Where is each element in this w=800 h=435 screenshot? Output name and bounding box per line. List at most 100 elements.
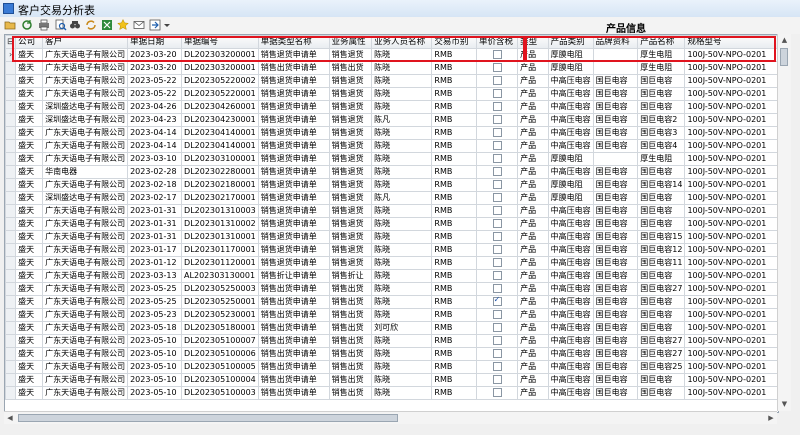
table-cell[interactable]: 广东天语电子有限公司 [42,243,129,257]
checkbox[interactable] [492,258,502,267]
table-row[interactable]: 盛天 广东天语电子有限公司 2023-05-23 DL202305230001 销售出货… [5,308,778,322]
table-cell[interactable]: 国巨电容2 [637,113,686,127]
table-cell[interactable]: RMB [431,152,478,166]
checkbox[interactable] [492,128,502,137]
table-cell[interactable]: 销售退货 [328,217,373,231]
tax-included-checkbox-cell[interactable] [476,204,519,218]
table-cell[interactable]: 销售退货 [328,139,373,153]
table-cell[interactable]: 销售退货 [328,48,373,62]
table-cell[interactable]: 2023-03-20 [127,61,183,75]
table-cell[interactable]: DL202305100007 [181,334,259,348]
table-cell[interactable]: 产品 [517,165,549,179]
table-cell[interactable]: 盛天 [15,256,44,270]
table-row[interactable]: 盛天 广东天语电子有限公司 2023-05-18 DL202305180001 销售出货… [5,321,778,335]
table-cell[interactable]: 国巨电容 [592,334,639,348]
table-cell[interactable]: 厚膜电阻 [547,191,594,205]
table-cell[interactable]: 广东天语电子有限公司 [42,48,129,62]
table-row[interactable]: › 盛天 广东天语电子有限公司 2023-03-20 DL202303200001 销售退… [5,48,778,62]
row-indicator[interactable] [5,243,17,257]
table-cell[interactable]: 盛天 [15,347,44,361]
tax-included-checkbox-cell[interactable] [476,87,519,101]
table-cell[interactable]: 盛天 [15,217,44,231]
row-indicator[interactable] [5,230,17,244]
tax-included-checkbox-cell[interactable] [476,243,519,257]
row-indicator[interactable] [5,308,17,322]
vertical-scroll-thumb[interactable] [780,48,788,66]
table-row[interactable]: 盛天 广东天语电子有限公司 2023-05-25 DL202305250003 销售出货… [5,282,778,296]
table-cell[interactable]: 100J-50V-NPO-0201 [684,191,778,205]
table-cell[interactable]: 销售折让申请单 [257,269,330,283]
table-cell[interactable]: 中高压电容 [547,334,594,348]
table-cell[interactable]: RMB [431,126,478,140]
tax-included-checkbox-cell[interactable] [476,386,519,400]
table-cell[interactable]: DL202302280001 [181,165,259,179]
table-cell[interactable]: 销售退货申请单 [257,87,330,101]
table-cell[interactable]: 国巨电容 [592,113,639,127]
table-cell[interactable]: 国巨电容 [637,191,686,205]
table-cell[interactable]: 销售出货申请单 [257,386,330,400]
column-header[interactable]: 产品类别 [547,35,594,49]
table-cell[interactable]: 销售出货 [328,360,373,374]
table-cell[interactable]: 陈晓 [371,152,433,166]
table-cell[interactable]: 国巨电容 [637,295,686,309]
checkbox[interactable] [492,167,502,176]
table-cell[interactable]: 盛天 [15,243,44,257]
row-indicator[interactable] [5,61,17,75]
table-cell[interactable]: 广东天语电子有限公司 [42,308,129,322]
table-cell[interactable]: 国巨电容 [592,373,639,387]
table-cell[interactable]: 产品 [517,100,549,114]
table-cell[interactable]: 陈晓 [371,48,433,62]
table-row[interactable]: 盛天 广东天语电子有限公司 2023-05-10 DL202305100003 销售出货… [5,386,778,400]
table-cell[interactable]: 广东天语电子有限公司 [42,87,129,101]
table-row[interactable]: 盛天 深圳盛达电子有限公司 2023-02-17 DL202302170001 销售退货… [5,191,778,205]
table-cell[interactable]: 100J-50V-NPO-0201 [684,87,778,101]
table-cell[interactable]: 中高压电容 [547,100,594,114]
row-indicator[interactable] [5,178,17,192]
table-cell[interactable]: 国巨电容 [637,269,686,283]
column-header[interactable]: 单价含税 [476,35,519,49]
table-cell[interactable]: 中高压电容 [547,360,594,374]
table-cell[interactable]: 盛天 [15,334,44,348]
column-header[interactable]: 客户 [42,35,129,49]
table-cell[interactable]: 盛天 [15,139,44,153]
table-cell[interactable]: 销售出货申请单 [257,282,330,296]
table-cell[interactable]: 盛天 [15,373,44,387]
checkbox[interactable] [492,310,502,319]
table-cell[interactable]: 中高压电容 [547,373,594,387]
table-cell[interactable]: 2023-04-23 [127,113,183,127]
table-cell[interactable]: 产品 [517,178,549,192]
table-cell[interactable]: 国巨电容 [592,165,639,179]
table-cell[interactable]: 陈晓 [371,217,433,231]
table-cell[interactable]: 销售退货申请单 [257,113,330,127]
table-cell[interactable]: DL202301310003 [181,204,259,218]
expand-collapse-icon[interactable]: ⊟ [5,35,17,49]
row-indicator[interactable] [5,87,17,101]
table-row[interactable]: 盛天 广东天语电子有限公司 2023-01-17 DL202301170001 销售退货… [5,243,778,257]
table-cell[interactable]: DL202301310002 [181,217,259,231]
table-cell[interactable]: 广东天语电子有限公司 [42,321,129,335]
table-cell[interactable]: 销售出货 [328,386,373,400]
table-cell[interactable]: 广东天语电子有限公司 [42,152,129,166]
table-cell[interactable]: 国巨电容 [592,74,639,88]
table-cell[interactable]: 陈晓 [371,308,433,322]
table-cell[interactable]: 中高压电容 [547,113,594,127]
table-cell[interactable]: RMB [431,204,478,218]
tax-included-checkbox-cell[interactable] [476,61,519,75]
table-cell[interactable]: 产品 [517,204,549,218]
table-cell[interactable]: 深圳盛达电子有限公司 [42,113,129,127]
table-cell[interactable]: 销售退货申请单 [257,74,330,88]
table-cell[interactable]: 广东天语电子有限公司 [42,126,129,140]
table-cell[interactable]: 广东天语电子有限公司 [42,61,129,75]
table-cell[interactable]: 盛天 [15,87,44,101]
table-cell[interactable]: 国巨电容 [592,204,639,218]
table-cell[interactable]: RMB [431,256,478,270]
checkbox[interactable] [492,76,502,85]
table-cell[interactable]: 销售退货申请单 [257,217,330,231]
table-cell[interactable]: 2023-05-10 [127,360,183,374]
table-row[interactable]: 盛天 广东天语电子有限公司 2023-04-14 DL202304140001 销售退货… [5,139,778,153]
table-row[interactable]: 盛天 广东天语电子有限公司 2023-03-20 DL202303200001 销售出货… [5,61,778,75]
table-cell[interactable]: 国巨电容 [592,282,639,296]
table-cell[interactable]: 100J-50V-NPO-0201 [684,74,778,88]
table-cell[interactable]: RMB [431,243,478,257]
table-cell[interactable]: 100J-50V-NPO-0201 [684,386,778,400]
